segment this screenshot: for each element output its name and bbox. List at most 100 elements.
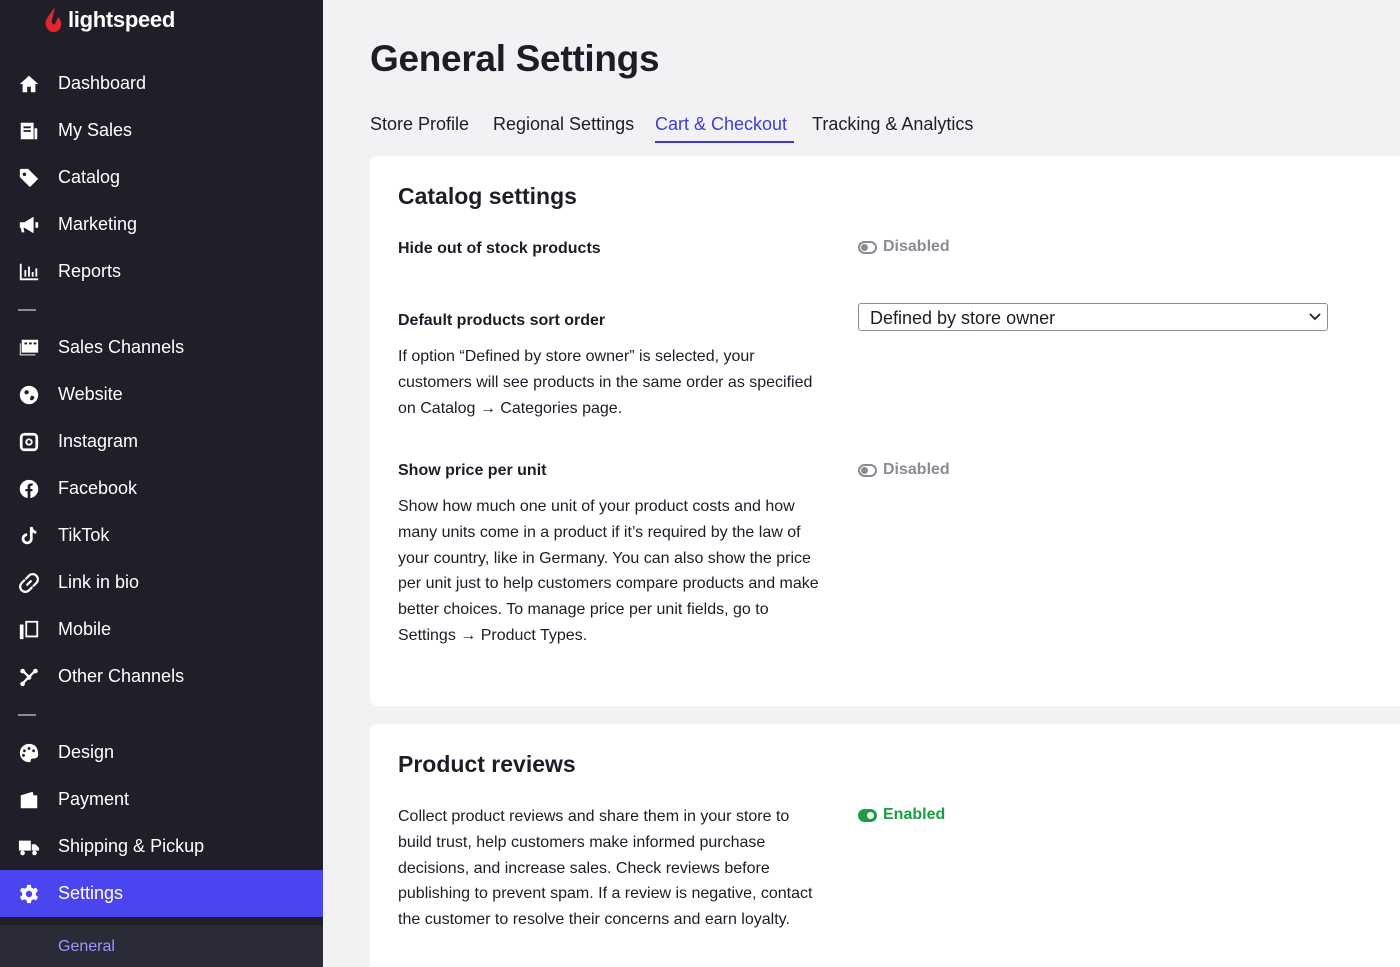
price-per-unit-toggle[interactable]: Disabled [858,459,950,481]
toggle-switch-icon [858,463,877,477]
toggle-status: Disabled [883,238,950,255]
sidebar-item-design[interactable]: Design [0,729,323,776]
sort-order-select[interactable]: Defined by store owner [858,303,1328,331]
link-icon [18,572,40,594]
sidebar-item-label: Link in bio [58,572,140,592]
facebook-icon [18,478,40,500]
sidebar: lightspeed Dashboard My Sales Catalog Ma… [0,0,323,967]
palette-icon [18,742,40,764]
sidebar-item-sales-channels[interactable]: Sales Channels [0,324,323,371]
toggle-switch-icon [858,240,877,254]
sidebar-item-label: TikTok [58,525,110,545]
sidebar-item-label: Shipping & Pickup [58,836,205,856]
truck-icon [18,836,40,858]
sidebar-item-label: Dashboard [58,73,147,93]
sidebar-subitem-general[interactable]: General [0,925,323,967]
desc-line: customers will see products in the same … [398,373,813,391]
sidebar-item-settings[interactable]: Settings [0,870,323,917]
hide-out-of-stock-toggle[interactable]: Disabled [858,236,950,258]
desc-line: Settings → Product Types. [398,626,588,644]
receipt-icon [18,120,40,142]
tab-store-profile[interactable]: Store Profile [370,114,469,135]
mobile-icon [18,619,40,641]
setting-description: If option “Defined by store owner” is se… [398,344,838,421]
card-title: Catalog settings [398,183,577,209]
sidebar-item-label: Sales Channels [58,337,185,357]
toggle-status: Disabled [883,461,950,478]
sidebar-item-reports[interactable]: Reports [0,248,323,295]
setting-description: Collect product reviews and share them i… [398,804,838,933]
sidebar-item-dashboard[interactable]: Dashboard [0,60,323,107]
desc-line: Show how much one unit of your product c… [398,498,795,515]
bar-chart-icon [18,261,40,283]
sidebar-item-label: Reports [58,261,122,281]
desc-line: better choices. To manage price per unit… [398,601,769,619]
sidebar-item-payment[interactable]: Payment [0,776,323,823]
home-icon [18,73,40,95]
desc-line: publishing to prevent spam. If a review … [398,885,813,903]
active-tab-indicator [655,141,794,143]
megaphone-icon [18,214,40,236]
tiktok-icon [18,525,40,547]
sidebar-item-label: Marketing [58,214,138,234]
sidebar-item-my-sales[interactable]: My Sales [0,107,323,154]
sidebar-item-website[interactable]: Website [0,371,323,418]
sidebar-divider [18,714,36,716]
product-reviews-card: Product reviews Collect product reviews … [370,724,1400,967]
desc-line: If option “Defined by store owner” is se… [398,348,755,365]
setting-label: Default products sort order [398,312,606,329]
setting-label: Hide out of stock products [398,240,601,257]
tab-tracking-analytics[interactable]: Tracking & Analytics [812,114,973,135]
sidebar-item-label: Facebook [58,478,138,498]
main-content: General Settings Store Profile Regional … [323,0,1400,967]
toggle-status: Enabled [883,806,946,823]
gear-icon [18,883,40,905]
tag-icon [18,167,40,189]
product-reviews-toggle[interactable]: Enabled [858,804,945,826]
share-icon [18,666,40,688]
sidebar-divider [18,309,36,311]
sidebar-item-label: Payment [58,789,130,809]
sidebar-item-tiktok[interactable]: TikTok [0,512,323,559]
sidebar-item-label: Mobile [58,619,112,639]
sidebar-item-shipping-pickup[interactable]: Shipping & Pickup [0,823,323,870]
desc-line: the customer to resolve their concerns a… [398,911,790,929]
desc-line: your country, like in Germany. You can a… [398,549,811,567]
tab-regional-settings[interactable]: Regional Settings [493,114,634,135]
sidebar-item-label: Other Channels [58,666,185,686]
sidebar-subitem-label: General [58,938,115,955]
desc-line: decisions, and increase sales. Check rev… [398,859,770,877]
flame-icon [45,7,62,33]
globe-icon [18,384,40,406]
sidebar-item-label: Instagram [58,431,139,451]
toggle-switch-icon [858,808,877,822]
sidebar-item-label: My Sales [58,120,133,140]
page-title: General Settings [370,38,660,79]
sidebar-item-facebook[interactable]: Facebook [0,465,323,512]
desc-line: per unit just to help customers compare … [398,575,819,593]
brand-name: lightspeed [68,7,176,32]
catalog-settings-card: Catalog settings Hide out of stock produ… [370,156,1400,706]
storefront-icon [18,337,40,359]
setting-description: Show how much one unit of your product c… [398,494,838,649]
sidebar-item-label: Website [58,384,123,404]
lightspeed-logo[interactable]: lightspeed [44,4,175,36]
desc-line: on Catalog → Categories page. [398,399,623,417]
sidebar-item-link-in-bio[interactable]: Link in bio [0,559,323,606]
card-title: Product reviews [398,751,576,777]
sidebar-item-label: Catalog [58,167,121,187]
wallet-icon [18,789,40,811]
sidebar-item-mobile[interactable]: Mobile [0,606,323,653]
sidebar-item-instagram[interactable]: Instagram [0,418,323,465]
sidebar-item-marketing[interactable]: Marketing [0,201,323,248]
select-value: Defined by store owner [870,308,1056,328]
desc-line: Collect product reviews and share them i… [398,808,790,825]
desc-line: many units come in a product if it’s req… [398,523,801,541]
tab-cart-checkout[interactable]: Cart & Checkout [655,114,787,135]
sidebar-item-label: Design [58,742,115,762]
sidebar-item-other-channels[interactable]: Other Channels [0,653,323,700]
desc-line: build trust, help customers make informe… [398,833,766,851]
sidebar-item-label: Settings [58,883,124,903]
setting-label: Show price per unit [398,462,547,479]
sidebar-item-catalog[interactable]: Catalog [0,154,323,201]
